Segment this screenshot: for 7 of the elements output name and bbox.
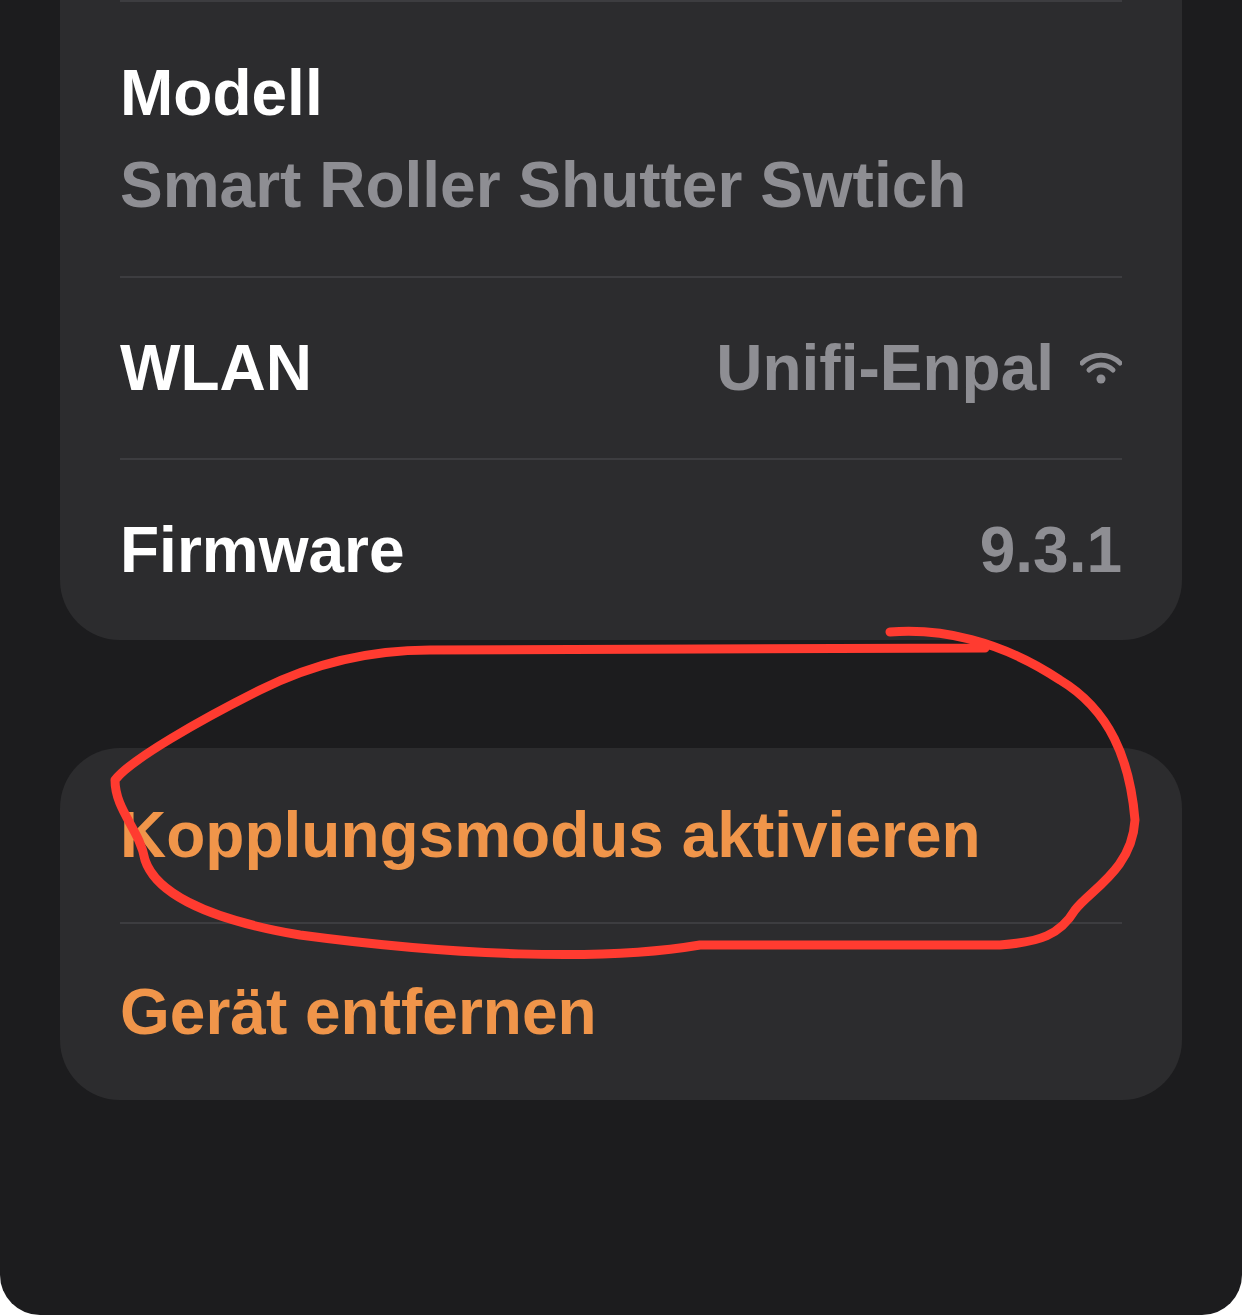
detail-value: 9.3.1 [979,514,1122,586]
detail-label: Firmware [120,514,405,586]
detail-value: Unifi-Enpal [716,332,1054,404]
detail-label: WLAN [120,332,312,404]
action-button[interactable]: Gerät entfernen [120,976,597,1048]
detail-label: Modell [120,57,324,128]
detail-value: Smart Roller Shutter Swtich [120,150,968,221]
